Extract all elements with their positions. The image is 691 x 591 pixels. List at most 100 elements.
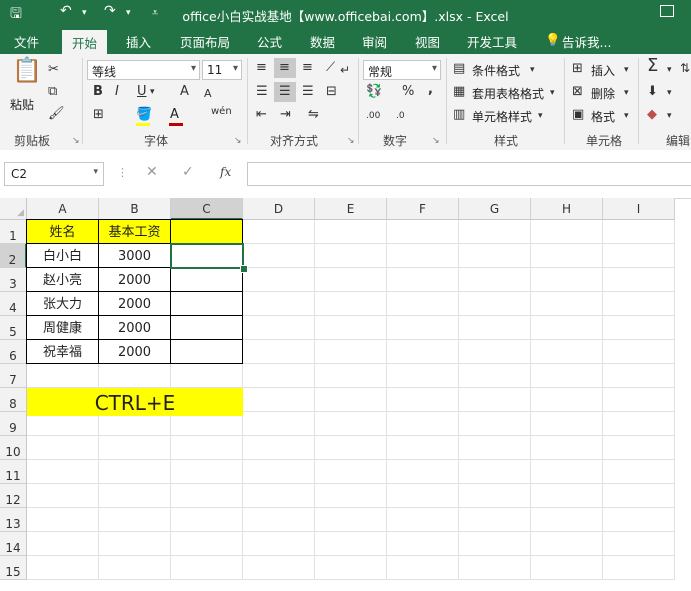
grid-cell[interactable] [171,364,243,388]
grid-cell[interactable] [387,316,459,340]
table-cell[interactable]: 周健康 [26,315,99,340]
insert-function-button[interactable]: fx [220,165,231,179]
grid-cell[interactable] [315,220,387,244]
grid-cell[interactable] [387,484,459,508]
fill-handle[interactable] [240,265,248,273]
sort-filter-icon[interactable]: ⇅ [680,60,690,76]
table-cell[interactable]: 2000 [98,291,171,316]
column-header[interactable]: B [99,198,171,220]
bold-button[interactable]: B [93,84,103,100]
align-right-icon[interactable]: ☰ [302,84,314,100]
row-header[interactable]: 7 [0,364,27,388]
grid-cell[interactable] [171,436,243,460]
chevron-down-icon[interactable]: ▾ [624,85,629,101]
number-launcher-icon[interactable]: ↘ [432,136,440,146]
grid-cell[interactable] [459,508,531,532]
number-format-select[interactable]: 常规 ▾ [363,60,441,80]
table-cell[interactable]: 2000 [98,267,171,292]
grid-cell[interactable] [459,484,531,508]
grid-cell[interactable] [387,508,459,532]
grid-cell[interactable] [531,460,603,484]
increase-decimal-button[interactable]: .00 [366,108,380,124]
merge-center-icon[interactable]: ⊟ [326,84,337,100]
grid-cell[interactable] [459,412,531,436]
column-header[interactable]: D [243,198,315,220]
grid-cell[interactable] [315,556,387,580]
clear-icon[interactable]: ◆ [647,107,657,123]
grid-cell[interactable] [315,244,387,268]
tab-insert[interactable]: 插入 [126,32,151,51]
cancel-icon[interactable]: ✕ [146,164,158,180]
table-cell[interactable] [170,291,243,316]
row-header[interactable]: 6 [0,340,27,364]
comma-button[interactable]: , [428,82,433,98]
row-header[interactable]: 12 [0,484,27,508]
tab-file[interactable]: 文件 [14,32,39,51]
tab-developer[interactable]: 开发工具 [467,32,517,51]
cell-styles-button[interactable]: 单元格样式 [472,108,532,125]
grid-cell[interactable] [387,220,459,244]
grid-cell[interactable] [243,268,315,292]
tell-me-input[interactable]: 告诉我... [562,32,611,51]
wrap-text-icon[interactable]: ↵ [340,62,350,78]
table-cell[interactable]: 祝幸福 [26,339,99,364]
table-cell[interactable]: 3000 [98,243,171,268]
grid-cell[interactable] [531,340,603,364]
table-header-cell[interactable]: 姓名 [26,219,99,244]
grid-cell[interactable] [171,460,243,484]
ribbon-display-icon[interactable] [660,5,674,17]
grid-cell[interactable] [531,388,603,412]
table-cell[interactable]: 赵小亮 [26,267,99,292]
grid-cell[interactable] [243,556,315,580]
paste-icon[interactable]: 📋 [12,58,42,82]
grid-cell[interactable] [99,460,171,484]
grid-cell[interactable] [603,484,675,508]
table-cell[interactable] [170,315,243,340]
grid-cell[interactable] [243,316,315,340]
borders-icon[interactable]: ⊞ [93,107,104,123]
grid-cell[interactable] [531,436,603,460]
tab-view[interactable]: 视图 [415,32,440,51]
align-top-icon[interactable]: ≡ [256,60,267,76]
column-header[interactable]: E [315,198,387,220]
row-header[interactable]: 14 [0,532,27,556]
cut-icon[interactable]: ✂ [48,62,59,78]
phonetic-guide-button[interactable]: wén [211,104,232,120]
row-header[interactable]: 13 [0,508,27,532]
grid-cell[interactable] [243,364,315,388]
column-header[interactable]: G [459,198,531,220]
name-box[interactable]: C2 ▾ [4,162,104,186]
grid-cell[interactable] [243,388,315,412]
grid-cell[interactable] [387,556,459,580]
grid-cell[interactable] [603,220,675,244]
grid-cell[interactable] [315,316,387,340]
grid-cell[interactable] [171,508,243,532]
row-header[interactable]: 15 [0,556,27,580]
italic-button[interactable]: I [115,84,119,100]
grid-cell[interactable] [603,292,675,316]
ctrl-e-banner[interactable]: CTRL+E [27,388,243,416]
grid-cell[interactable] [531,532,603,556]
grid-cell[interactable] [531,220,603,244]
grid-cell[interactable] [459,268,531,292]
grid-cell[interactable] [27,532,99,556]
grid-cell[interactable] [603,460,675,484]
grid-cell[interactable] [459,340,531,364]
underline-dropdown-icon[interactable]: ▾ [150,84,155,100]
grid-cell[interactable] [27,484,99,508]
grid-cell[interactable] [99,364,171,388]
conditional-format-button[interactable]: 条件格式 [472,62,520,79]
grid-cell[interactable] [459,532,531,556]
formula-input[interactable] [247,162,691,186]
grid-cell[interactable] [603,340,675,364]
grid-cell[interactable] [531,412,603,436]
grid-cell[interactable] [459,292,531,316]
grid-cell[interactable] [531,364,603,388]
grid-cell[interactable] [387,268,459,292]
format-as-table-button[interactable]: 套用表格格式 [472,85,544,102]
row-header[interactable]: 1 [0,220,27,244]
grid-cell[interactable] [459,364,531,388]
grid-cell[interactable] [315,436,387,460]
chevron-down-icon[interactable]: ▾ [550,85,555,101]
table-cell[interactable]: 张大力 [26,291,99,316]
